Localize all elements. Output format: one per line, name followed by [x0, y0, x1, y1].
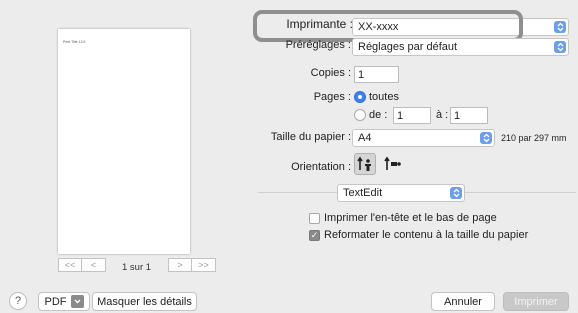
copies-label: Copies : — [310, 67, 351, 79]
landscape-icon — [384, 156, 401, 170]
pages-from-label: de : — [369, 109, 388, 121]
chevron-updown-icon — [480, 132, 492, 144]
pages-range-radio[interactable] — [354, 109, 366, 121]
page-preview: Print Title 13.9 — [58, 29, 190, 254]
app-options-select[interactable]: TextEdit — [337, 184, 465, 202]
preview-nav-back: << < — [58, 258, 106, 272]
pages-all-radio[interactable] — [354, 91, 366, 103]
pages-from-field[interactable]: 1 — [393, 107, 431, 124]
hide-details-button[interactable]: Masquer les détails — [92, 292, 197, 311]
presets-label: Préréglages : — [285, 39, 351, 51]
help-button[interactable]: ? — [9, 292, 27, 310]
pages-label: Pages : — [313, 91, 351, 103]
paper-size-value: A4 — [358, 132, 372, 144]
reflow-label: Reformater le contenu à la taille du pap… — [324, 229, 529, 241]
next-page-button[interactable]: > — [168, 258, 192, 272]
first-page-button[interactable]: << — [58, 258, 82, 272]
paper-dimensions: 210 par 297 mm — [501, 133, 567, 143]
app-options-value: TextEdit — [343, 187, 383, 199]
chevron-updown-icon — [554, 41, 566, 53]
paper-size-select[interactable]: A4 — [352, 129, 495, 147]
header-footer-label: Imprimer l'en-tête et le bas de page — [324, 212, 497, 224]
page-counter: 1 sur 1 — [122, 262, 152, 273]
portrait-icon — [357, 156, 371, 171]
checkmark-icon: ✓ — [310, 230, 319, 240]
cancel-button[interactable]: Annuler — [431, 292, 495, 311]
presets-value: Réglages par défaut — [358, 41, 458, 53]
copies-field[interactable]: 1 — [354, 66, 399, 83]
chevron-updown-icon — [554, 21, 566, 33]
previous-page-button[interactable]: < — [82, 258, 106, 272]
pages-to-label: à : — [436, 109, 449, 121]
presets-select[interactable]: Réglages par défaut — [352, 38, 569, 56]
header-footer-checkbox[interactable] — [309, 213, 320, 224]
preview-nav-forward: > >> — [168, 258, 216, 272]
preview-header-text: Print Title 13.9 — [63, 40, 86, 44]
pages-to-field[interactable]: 1 — [450, 107, 488, 124]
orientation-label: Orientation : — [291, 161, 351, 173]
portrait-orientation-button[interactable] — [354, 153, 376, 175]
reflow-checkbox[interactable]: ✓ — [309, 230, 320, 241]
pdf-label: PDF — [44, 295, 67, 308]
landscape-orientation-button[interactable] — [382, 153, 404, 175]
paper-size-label: Taille du papier : — [270, 131, 351, 143]
chevron-updown-icon — [450, 187, 462, 199]
print-button[interactable]: Imprimer — [503, 292, 569, 311]
pages-all-label: toutes — [369, 91, 399, 103]
chevron-down-icon — [70, 295, 84, 308]
last-page-button[interactable]: >> — [192, 258, 216, 272]
pdf-menu-button[interactable]: PDF — [38, 292, 90, 311]
